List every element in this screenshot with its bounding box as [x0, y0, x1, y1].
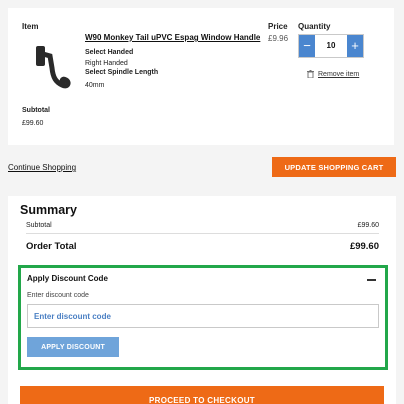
option-value-spindle: 40mm: [85, 82, 105, 89]
item-column-header: Item: [22, 22, 39, 31]
quantity-input[interactable]: 10: [315, 35, 347, 57]
quantity-stepper: − 10 +: [298, 34, 364, 58]
item-price: £9.96: [268, 34, 289, 43]
discount-section-title[interactable]: Apply Discount Code: [27, 274, 108, 283]
order-total-value: £99.60: [349, 241, 379, 252]
order-total-label: Order Total: [26, 241, 77, 252]
apply-discount-button[interactable]: APPLY DISCOUNT: [27, 337, 119, 357]
option-value-handed: Right Handed: [85, 60, 128, 67]
collapse-icon[interactable]: [367, 279, 376, 281]
window-handle-image[interactable]: [32, 42, 74, 94]
order-total-row: Order Total £99.60: [26, 241, 379, 252]
item-subtotal-label: Subtotal: [22, 107, 50, 114]
summary-subtotal-row: Subtotal £99.60: [26, 222, 379, 229]
increase-quantity-button[interactable]: +: [347, 35, 363, 57]
summary-subtotal-label: Subtotal: [26, 222, 52, 229]
summary-title: Summary: [20, 203, 77, 217]
decrease-quantity-button[interactable]: −: [299, 35, 315, 57]
summary-divider: [26, 233, 379, 234]
proceed-to-checkout-button[interactable]: PROCEED TO CHECKOUT: [20, 386, 384, 404]
discount-code-section: Apply Discount Code Enter discount code …: [18, 265, 388, 370]
discount-field-label: Enter discount code: [27, 292, 89, 299]
cart-item-card: Item Price Quantity W90 Monkey Tail uPVC…: [8, 8, 394, 145]
summary-subtotal-value: £99.60: [357, 222, 379, 229]
order-summary-panel: Summary Subtotal £99.60 Order Total £99.…: [8, 196, 396, 404]
update-shopping-cart-button[interactable]: UPDATE SHOPPING CART: [272, 157, 396, 177]
option-label-handed: Select Handed: [85, 49, 134, 56]
item-subtotal-value: £99.60: [22, 120, 44, 127]
trash-icon: [307, 70, 314, 78]
discount-code-input[interactable]: [27, 304, 379, 328]
remove-item-link[interactable]: Remove item: [307, 70, 359, 78]
remove-item-label: Remove item: [318, 70, 360, 78]
quantity-column-header: Quantity: [298, 22, 331, 31]
product-name-link[interactable]: W90 Monkey Tail uPVC Espag Window Handle: [85, 33, 260, 42]
option-label-spindle: Select Spindle Length: [85, 69, 159, 76]
price-column-header: Price: [268, 22, 288, 31]
continue-shopping-link[interactable]: Continue Shopping: [8, 163, 76, 172]
